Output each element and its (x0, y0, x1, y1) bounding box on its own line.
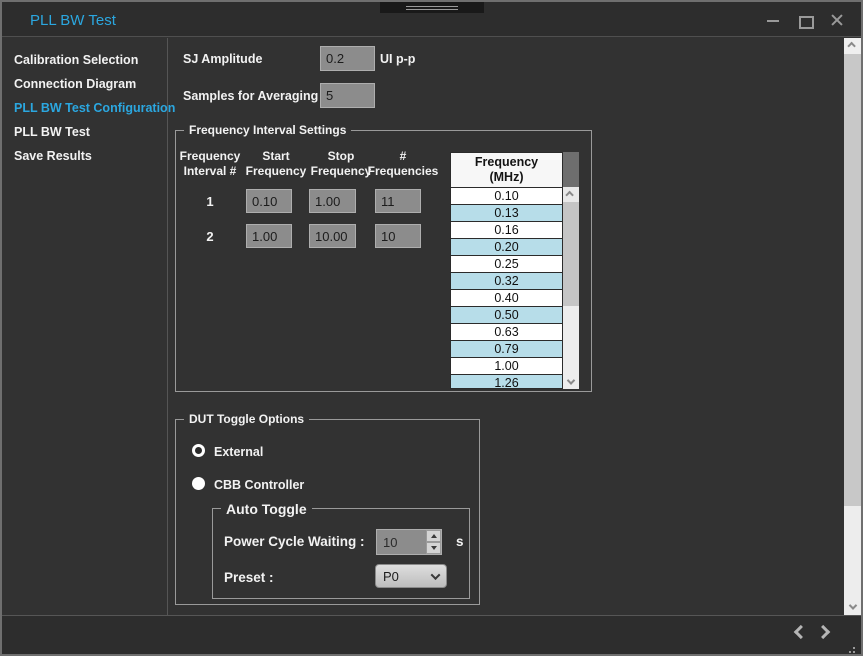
sj-amplitude-unit: UI p-p (380, 52, 415, 66)
sidebar-item-save-results[interactable]: Save Results (2, 144, 167, 168)
interval-number-2: 2 (177, 229, 243, 244)
spinner-down-button[interactable] (426, 542, 441, 554)
chevron-right-icon (816, 625, 830, 639)
main-scroll-down-icon[interactable] (844, 599, 861, 615)
table-row[interactable]: 0.32 (451, 273, 562, 290)
cbb-controller-radio[interactable] (192, 477, 205, 490)
table-row[interactable]: 0.79 (451, 341, 562, 358)
sidebar-item-calibration-selection[interactable]: Calibration Selection (2, 48, 167, 72)
power-cycle-waiting-input[interactable] (377, 530, 427, 554)
table-row[interactable]: 0.25 (451, 256, 562, 273)
auto-toggle-title: Auto Toggle (221, 501, 312, 517)
sidebar-item-connection-diagram[interactable]: Connection Diagram (2, 72, 167, 96)
cbb-controller-radio-label[interactable]: CBB Controller (214, 478, 304, 492)
column-header-stop-frequency: Stop Frequency (308, 149, 374, 179)
triangle-down-icon (431, 546, 437, 550)
start-frequency-input-1[interactable] (246, 189, 292, 213)
chevron-up-icon (847, 42, 855, 50)
main-scrollbar-thumb[interactable] (844, 54, 861, 506)
preset-dropdown-value: P0 (376, 569, 432, 584)
power-cycle-waiting-unit: s (456, 534, 464, 549)
resize-grip-icon[interactable] (853, 647, 855, 649)
scroll-down-icon[interactable] (563, 374, 579, 389)
window-title: PLL BW Test (30, 2, 116, 37)
preset-dropdown[interactable]: P0 (375, 564, 447, 588)
chevron-down-icon (431, 570, 441, 580)
external-radio[interactable] (192, 444, 205, 457)
table-row[interactable]: 1.26 (451, 375, 562, 389)
start-frequency-input-2[interactable] (246, 224, 292, 248)
table-row[interactable]: 0.10 (451, 188, 562, 205)
samples-for-averaging-input[interactable] (320, 83, 375, 108)
table-row[interactable]: 1.00 (451, 358, 562, 375)
sj-amplitude-label: SJ Amplitude (183, 52, 262, 66)
scrollbar-thumb[interactable] (563, 202, 579, 306)
num-frequencies-input-1[interactable] (375, 189, 421, 213)
table-row[interactable]: 0.16 (451, 222, 562, 239)
table-row[interactable]: 0.13 (451, 205, 562, 222)
next-page-icon[interactable] (821, 627, 833, 639)
table-row[interactable]: 0.50 (451, 307, 562, 324)
window-controls (765, 2, 845, 37)
chevron-up-icon (565, 190, 573, 198)
scrollbar-header-gap (563, 152, 579, 187)
interval-number-1: 1 (177, 194, 243, 209)
power-cycle-waiting-spinner (376, 529, 442, 555)
sidebar-item-pll-bw-test-configuration[interactable]: PLL BW Test Configuration (2, 96, 167, 120)
samples-for-averaging-label: Samples for Averaging (183, 89, 318, 103)
scroll-up-icon[interactable] (563, 187, 579, 202)
dut-toggle-options-title: DUT Toggle Options (184, 412, 309, 426)
frequency-table-scrollbar[interactable] (563, 152, 579, 389)
table-row[interactable]: 0.63 (451, 324, 562, 341)
bottom-bar (2, 615, 861, 654)
chevron-down-icon (567, 376, 575, 384)
frequency-table-header-line2: (MHz) (451, 170, 562, 185)
frequency-table-header: Frequency (MHz) (451, 153, 562, 188)
spinner-up-button[interactable] (426, 530, 441, 542)
sidebar-item-pll-bw-test[interactable]: PLL BW Test (2, 120, 167, 144)
chevron-down-icon (848, 601, 856, 609)
main-content: SJ Amplitude UI p-p Samples for Averagin… (169, 38, 846, 615)
power-cycle-waiting-label: Power Cycle Waiting : (224, 534, 365, 549)
num-frequencies-input-2[interactable] (375, 224, 421, 248)
chevron-left-icon (794, 625, 808, 639)
title-bar: PLL BW Test (2, 2, 861, 37)
column-header-num-frequencies: # Frequencies (367, 149, 439, 179)
minimize-icon[interactable] (765, 12, 781, 28)
external-radio-label[interactable]: External (214, 445, 263, 459)
spinner-buttons (426, 530, 441, 554)
stop-frequency-input-2[interactable] (309, 224, 356, 248)
main-scroll-up-icon[interactable] (844, 38, 861, 54)
window-drag-handle[interactable] (380, 2, 484, 13)
preset-label: Preset : (224, 570, 274, 585)
table-row[interactable]: 0.20 (451, 239, 562, 256)
main-scrollbar[interactable] (844, 38, 861, 615)
column-header-frequency-interval: Frequency Interval # (177, 149, 243, 179)
sj-amplitude-input[interactable] (320, 46, 375, 71)
drag-handle-icon (406, 6, 458, 10)
frequency-table-header-line1: Frequency (451, 155, 562, 170)
frequency-interval-settings-title: Frequency Interval Settings (184, 123, 351, 137)
previous-page-icon[interactable] (793, 627, 805, 639)
table-row[interactable]: 0.40 (451, 290, 562, 307)
close-icon[interactable] (829, 12, 845, 28)
column-header-start-frequency: Start Frequency (243, 149, 309, 179)
sidebar: Calibration Selection Connection Diagram… (2, 38, 168, 615)
frequency-table: Frequency (MHz) 0.10 0.13 0.16 0.20 0.25… (450, 152, 563, 389)
stop-frequency-input-1[interactable] (309, 189, 356, 213)
triangle-up-icon (431, 534, 437, 538)
maximize-icon[interactable] (797, 12, 813, 28)
app-window: PLL BW Test Calibration Selection Connec… (0, 0, 863, 656)
